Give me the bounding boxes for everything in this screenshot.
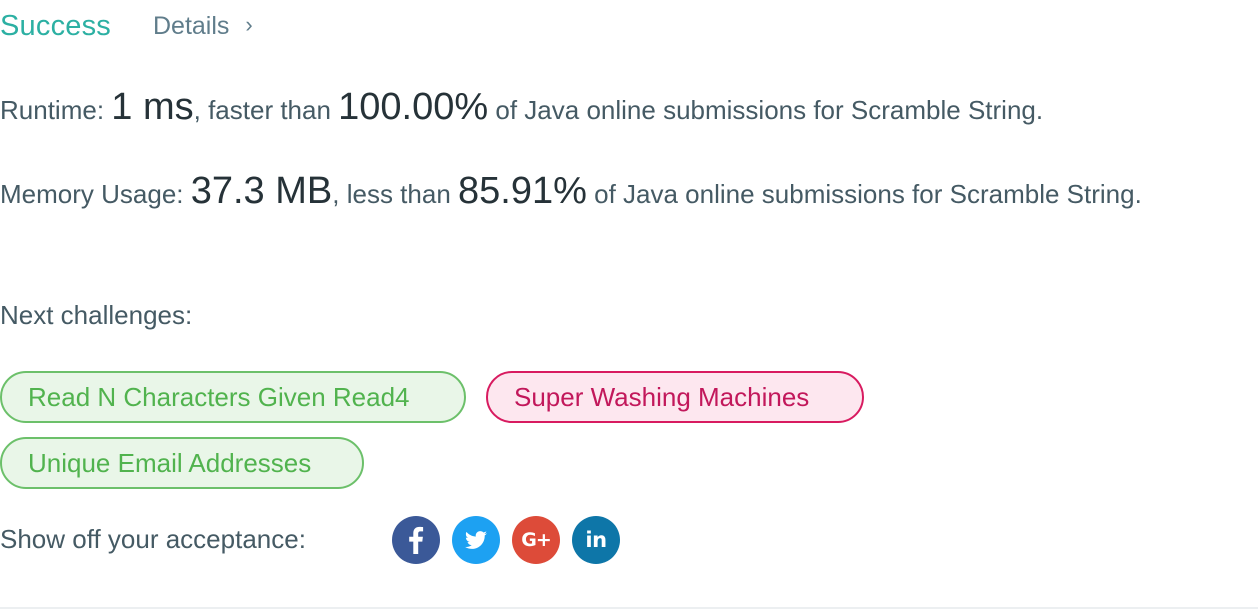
chevron-right-icon: › — [245, 12, 253, 37]
google-plus-share-button[interactable]: G+ — [512, 516, 560, 564]
details-label: Details — [153, 11, 230, 40]
runtime-suffix: of Java online submissions for Scramble … — [488, 95, 1044, 125]
runtime-comparator: , faster than — [193, 95, 339, 125]
memory-comparator: , less than — [332, 179, 458, 209]
linkedin-icon: in — [585, 528, 607, 552]
status-label: Success — [0, 9, 111, 42]
memory-value: 37.3 MB — [190, 170, 333, 212]
memory-stat: Memory Usage: 37.3 MB, less than 85.91% … — [0, 170, 1200, 215]
next-challenge-chip-read-n-characters[interactable]: Read N Characters Given Read4 — [0, 371, 466, 423]
google-plus-icon: G+ — [521, 529, 551, 551]
runtime-stat: Runtime: 1 ms, faster than 100.00% of Ja… — [0, 86, 1200, 131]
facebook-icon — [409, 526, 424, 554]
runtime-value: 1 ms — [111, 86, 194, 128]
submission-result-panel: Success Details › Runtime: 1 ms, faster … — [0, 0, 1258, 610]
share-label: Show off your acceptance: — [0, 524, 306, 554]
details-link[interactable]: Details › — [153, 12, 253, 41]
runtime-label: Runtime: — [0, 95, 112, 125]
twitter-icon — [465, 531, 487, 549]
runtime-percent: 100.00% — [338, 86, 489, 128]
memory-percent: 85.91% — [458, 170, 587, 212]
twitter-share-button[interactable] — [452, 516, 500, 564]
memory-label: Memory Usage: — [0, 179, 191, 209]
next-challenge-chip-unique-email-addresses[interactable]: Unique Email Addresses — [0, 437, 364, 489]
bottom-divider — [0, 607, 1258, 609]
linkedin-share-button[interactable]: in — [572, 516, 620, 564]
facebook-share-button[interactable] — [392, 516, 440, 564]
result-header: Success Details › — [0, 4, 253, 48]
next-challenges-label: Next challenges: — [0, 300, 193, 330]
next-challenge-chip-super-washing-machines[interactable]: Super Washing Machines — [486, 371, 864, 423]
memory-suffix: of Java online submissions for Scramble … — [586, 179, 1142, 209]
